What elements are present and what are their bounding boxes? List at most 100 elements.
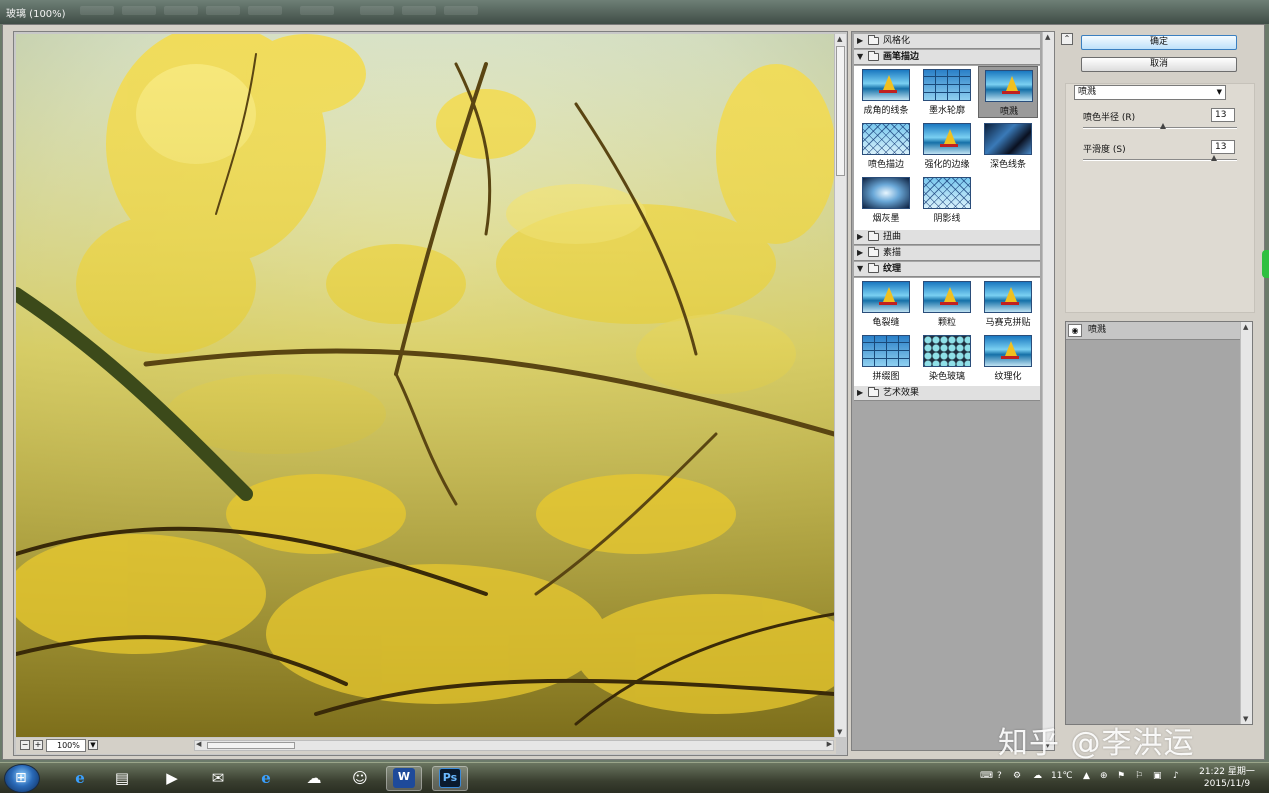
- collapse-gallery-button[interactable]: ⌃: [1061, 33, 1073, 45]
- background-menu-ghost: [80, 6, 114, 15]
- flag-icon[interactable]: ⚑: [1117, 771, 1125, 781]
- preview-footer: − + 100% ▼ ◀ ▶: [16, 738, 836, 754]
- clock[interactable]: 21:22 星期一 2015/11/9: [1196, 766, 1258, 790]
- filter-select-value: 喷溅: [1078, 87, 1097, 97]
- slider-knob-icon[interactable]: [1210, 155, 1217, 161]
- expand-triangle-icon[interactable]: ▶: [857, 34, 863, 48]
- scroll-left-icon[interactable]: ◀: [196, 740, 201, 748]
- gallery-scrollbar[interactable]: ▲ ▼: [1042, 32, 1054, 750]
- filter-thumbnail: [923, 335, 971, 367]
- scroll-up-icon[interactable]: ▲: [1045, 33, 1050, 41]
- eye-icon[interactable]: ◉: [1068, 324, 1082, 337]
- filter-item[interactable]: 马赛克拼贴: [978, 278, 1038, 330]
- filter-item[interactable]: 烟灰墨: [856, 174, 916, 226]
- zoom-level-field[interactable]: 100%: [46, 739, 86, 752]
- ginkgo-branch-image: [16, 34, 834, 737]
- browser-icon[interactable]: e: [248, 766, 284, 791]
- clock-time: 21:22 星期一: [1199, 767, 1255, 777]
- scrollbar-thumb[interactable]: [836, 46, 845, 176]
- filter-item-selected[interactable]: 喷溅: [978, 66, 1038, 118]
- photoshop-icon[interactable]: Ps: [439, 768, 461, 788]
- folder-icon: [868, 35, 879, 45]
- filter-item[interactable]: 喷色描边: [856, 120, 916, 172]
- texture-thumbnails: 龟裂缝 颗粒 马赛克拼贴 拼缀图 染色玻璃 纹理化: [854, 278, 1040, 386]
- cancel-button[interactable]: 取消: [1081, 57, 1237, 72]
- filter-gallery: ▶ 风格化 ▼ 画笔描边 成角的线条 墨水轮廓 喷溅 喷色描边 强化的边缘 深色…: [851, 31, 1055, 751]
- spray-radius-field[interactable]: 13: [1211, 108, 1235, 122]
- weather-icon[interactable]: ☁: [1033, 771, 1042, 781]
- filter-select[interactable]: 喷溅 ▼: [1074, 85, 1226, 100]
- scroll-up-icon[interactable]: ▲: [837, 35, 842, 43]
- category-artistic[interactable]: ▶ 艺术效果: [854, 386, 1040, 401]
- filter-item[interactable]: 纹理化: [978, 332, 1038, 384]
- effect-layers-panel: ◉ 喷溅 ▲ ▼: [1065, 321, 1253, 725]
- background-menu-ghost: [402, 6, 436, 15]
- watermark: 知乎 @李洪运: [998, 726, 1195, 761]
- spray-radius-label: 喷色半径 (R): [1083, 113, 1136, 123]
- zoom-in-button[interactable]: +: [33, 740, 43, 750]
- qq-icon[interactable]: ☺: [342, 766, 378, 791]
- collapse-triangle-icon[interactable]: ▼: [857, 50, 863, 64]
- preview-image[interactable]: [16, 34, 834, 737]
- media-player-icon[interactable]: ▶: [154, 766, 190, 791]
- filter-thumbnail: [862, 281, 910, 313]
- globe-icon[interactable]: ⊕: [1100, 771, 1108, 781]
- folder-icon: [868, 387, 879, 397]
- expand-triangle-icon[interactable]: ▶: [857, 230, 863, 244]
- keyboard-icon[interactable]: ⌨: [980, 771, 993, 781]
- filter-item[interactable]: 阴影线: [917, 174, 977, 226]
- zoom-dropdown-icon[interactable]: ▼: [88, 740, 98, 750]
- effect-layer-row[interactable]: ◉ 喷溅: [1066, 322, 1240, 340]
- scroll-up-icon[interactable]: ▲: [1243, 323, 1248, 331]
- show-hidden-icons-icon[interactable]: ▲: [1083, 771, 1090, 781]
- expand-triangle-icon[interactable]: ▶: [857, 386, 863, 400]
- slider-knob-icon[interactable]: [1160, 123, 1167, 129]
- help-icon[interactable]: ?: [997, 771, 1002, 781]
- file-explorer-icon[interactable]: ▤: [104, 766, 140, 791]
- filter-item[interactable]: 墨水轮廓: [917, 66, 977, 118]
- volume-icon[interactable]: ♪: [1173, 771, 1179, 781]
- mail-icon[interactable]: ✉: [200, 766, 236, 791]
- internet-explorer-icon[interactable]: e: [62, 766, 98, 791]
- layers-scrollbar[interactable]: ▲ ▼: [1240, 322, 1252, 724]
- scrollbar-thumb[interactable]: [207, 742, 295, 749]
- folder-icon: [868, 247, 879, 257]
- filter-item[interactable]: 染色玻璃: [917, 332, 977, 384]
- filter-item[interactable]: 龟裂缝: [856, 278, 916, 330]
- filter-thumbnail: [984, 123, 1032, 155]
- scroll-down-icon[interactable]: ▼: [1243, 715, 1248, 723]
- preview-horizontal-scrollbar[interactable]: ◀ ▶: [194, 740, 834, 751]
- smoothness-field[interactable]: 13: [1211, 140, 1235, 154]
- category-distort[interactable]: ▶ 扭曲: [854, 230, 1040, 245]
- category-brush-strokes[interactable]: ▼ 画笔描边: [854, 50, 1040, 65]
- settings-icon[interactable]: ⚙: [1013, 771, 1021, 781]
- filter-item[interactable]: 强化的边缘: [917, 120, 977, 172]
- brush-strokes-thumbnails: 成角的线条 墨水轮廓 喷溅 喷色描边 强化的边缘 深色线条 烟灰墨 阴影线: [854, 66, 1040, 230]
- collapse-triangle-icon[interactable]: ▼: [857, 262, 863, 276]
- cloud-app-icon[interactable]: ☁: [296, 766, 332, 791]
- preview-vertical-scrollbar[interactable]: ▲ ▼: [834, 34, 846, 737]
- start-button[interactable]: [4, 764, 40, 793]
- category-texture[interactable]: ▼ 纹理: [854, 262, 1040, 277]
- filter-item[interactable]: 颗粒: [917, 278, 977, 330]
- spray-radius-slider[interactable]: [1083, 123, 1237, 129]
- expand-triangle-icon[interactable]: ▶: [857, 246, 863, 260]
- flag-icon[interactable]: ⚐: [1135, 771, 1143, 781]
- filter-thumbnail: [862, 123, 910, 155]
- category-stylize[interactable]: ▶ 风格化: [854, 34, 1040, 49]
- filter-thumbnail: [862, 69, 910, 101]
- word-icon[interactable]: W: [393, 768, 415, 788]
- window-title: 玻璃 (100%): [6, 9, 66, 20]
- category-sketch[interactable]: ▶ 素描: [854, 246, 1040, 261]
- filter-item[interactable]: 深色线条: [978, 120, 1038, 172]
- background-menu-ghost: [122, 6, 156, 15]
- zoom-out-button[interactable]: −: [20, 740, 30, 750]
- network-icon[interactable]: ▣: [1153, 771, 1162, 781]
- scroll-right-icon[interactable]: ▶: [827, 740, 832, 748]
- smoothness-slider[interactable]: [1083, 155, 1237, 161]
- clock-date: 2015/11/9: [1203, 779, 1251, 789]
- filter-item[interactable]: 拼缀图: [856, 332, 916, 384]
- ok-button[interactable]: 确定: [1081, 35, 1237, 50]
- filter-item[interactable]: 成角的线条: [856, 66, 916, 118]
- scroll-down-icon[interactable]: ▼: [837, 728, 842, 736]
